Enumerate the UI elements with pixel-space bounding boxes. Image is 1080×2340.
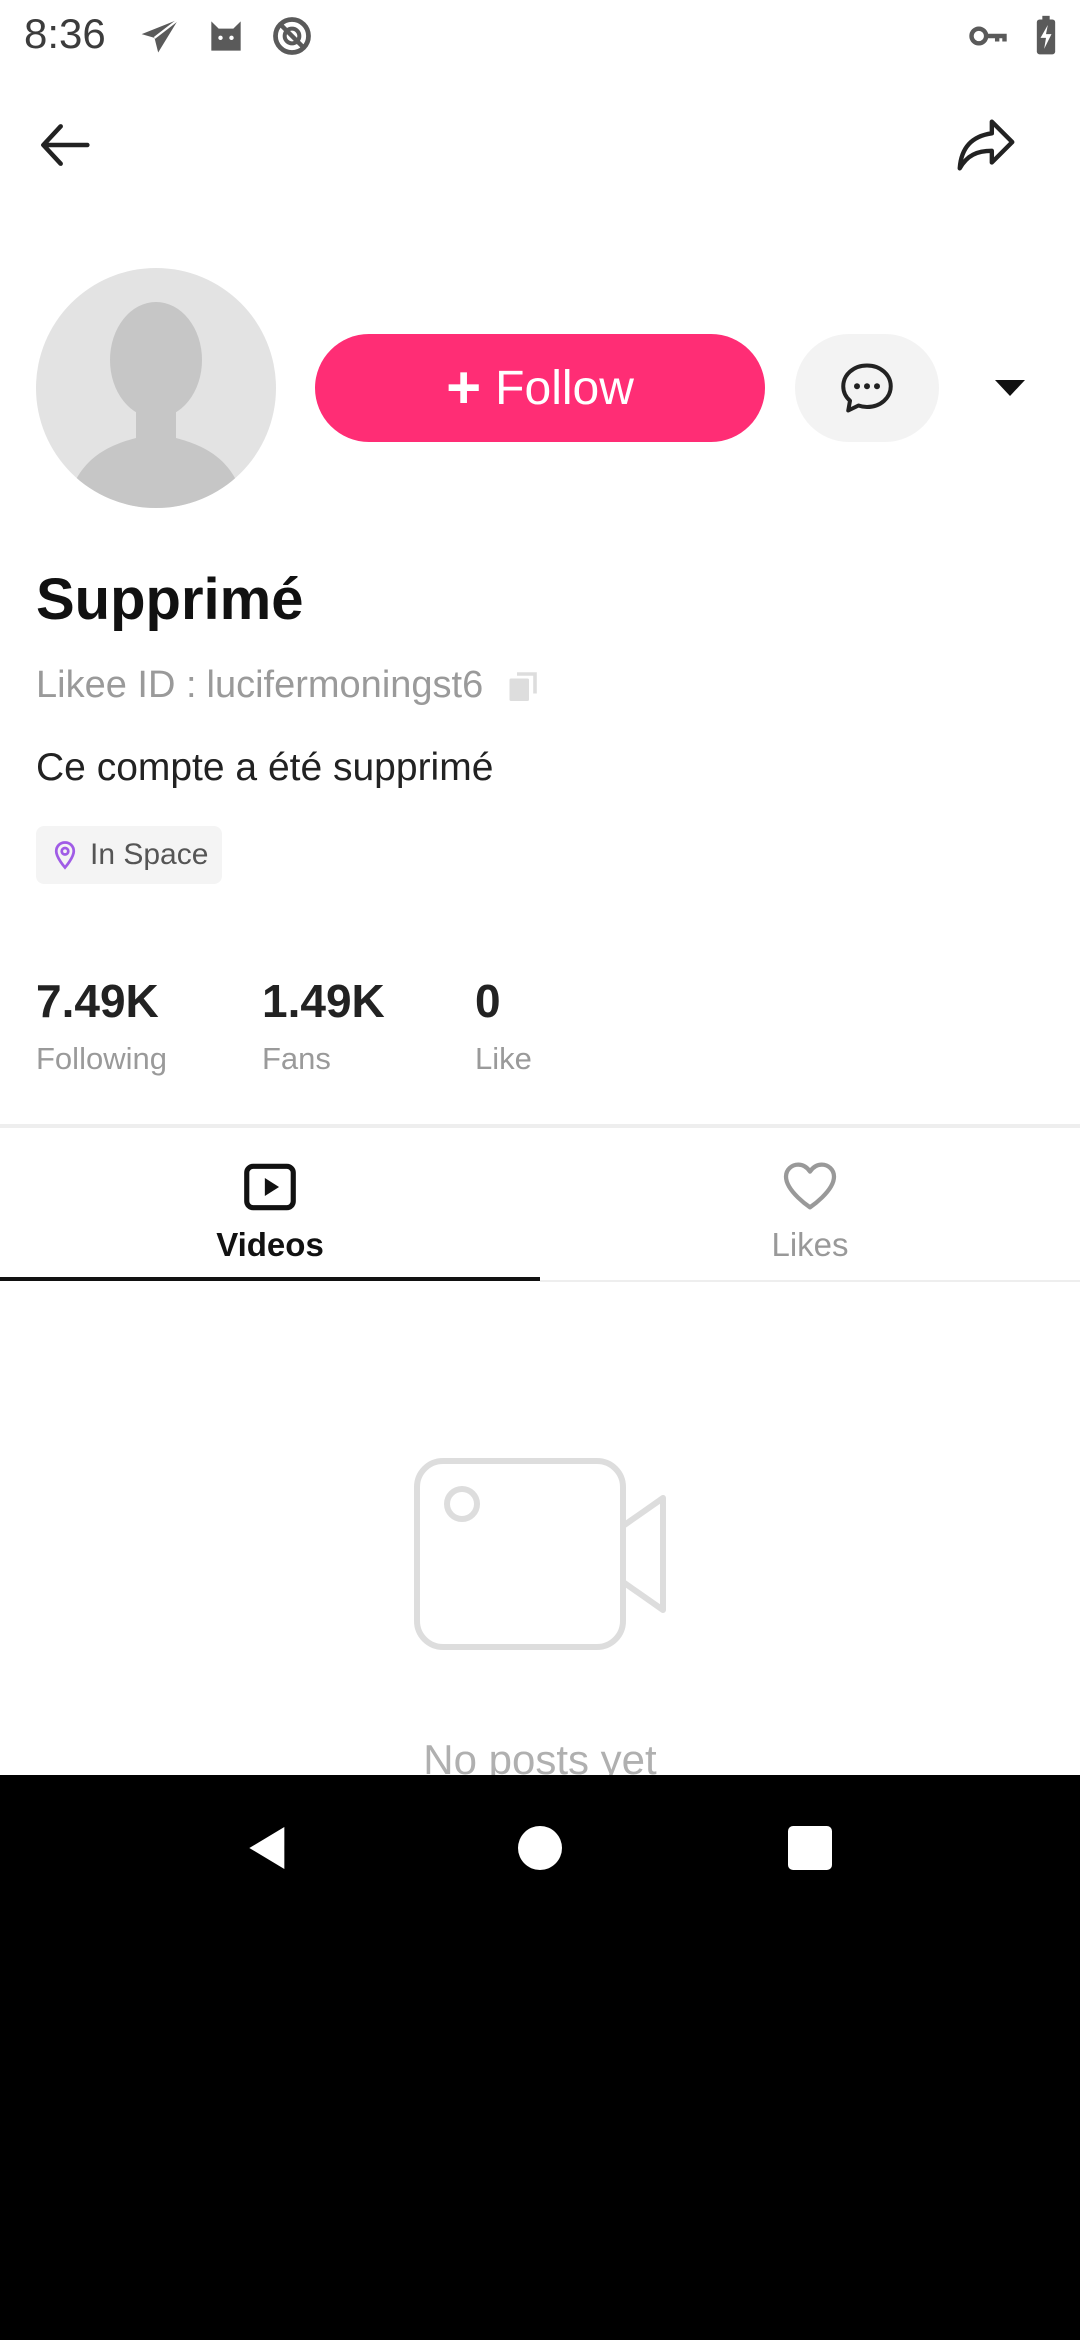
more-options-button[interactable]: [980, 360, 1040, 416]
tab-videos[interactable]: Videos: [0, 1128, 540, 1280]
stat-value: 0: [475, 975, 501, 1027]
no-sync-icon: [273, 17, 311, 55]
circle-home-icon: [518, 1826, 562, 1870]
stat-following[interactable]: 7.49K Following: [36, 976, 167, 1077]
nav-recents-button[interactable]: [765, 1803, 855, 1893]
avatar[interactable]: [36, 268, 276, 508]
profile-screen: 8:36 + Follow Supprimé Likee ID: lucife…: [0, 0, 1080, 1775]
empty-state-text: No posts yet: [423, 1736, 657, 1775]
tab-divider: [540, 1280, 1080, 1282]
tab-videos-label: Videos: [216, 1226, 324, 1263]
play-square-icon: [244, 1163, 296, 1211]
likee-id-value: lucifermoningst6: [206, 664, 484, 706]
display-name: Supprimé: [36, 567, 304, 632]
key-icon: [969, 26, 1007, 46]
nav-home-button[interactable]: [495, 1803, 585, 1893]
heart-icon: [783, 1162, 837, 1210]
share-button[interactable]: [946, 105, 1026, 185]
send-icon: [141, 18, 180, 53]
nav-back-button[interactable]: [223, 1803, 313, 1893]
share-icon: [957, 119, 1015, 171]
message-button[interactable]: [795, 334, 939, 442]
status-time: 8:36: [24, 10, 106, 57]
active-tab-indicator: [0, 1277, 540, 1281]
follow-label: Follow: [495, 361, 634, 415]
battery-charging-icon: [1036, 15, 1056, 55]
square-recents-icon: [788, 1826, 832, 1870]
stat-label: Like: [475, 1040, 532, 1076]
location-pin-icon: [54, 841, 76, 870]
stat-value: 1.49K: [262, 975, 385, 1027]
stat-value: 7.49K: [36, 975, 159, 1027]
copy-icon[interactable]: [505, 668, 541, 704]
stat-label: Fans: [262, 1040, 331, 1076]
system-nav-bar: [0, 1775, 1080, 1920]
likee-id-label: Likee ID :: [36, 664, 197, 706]
back-button[interactable]: [26, 105, 106, 185]
status-bar: 8:36: [0, 0, 1080, 72]
follow-button[interactable]: + Follow: [315, 334, 765, 442]
plus-icon: +: [446, 354, 482, 421]
tab-likes-label: Likes: [771, 1226, 849, 1263]
arrow-left-icon: [41, 124, 90, 166]
likee-id-row: Likee ID : lucifermoningst6: [36, 664, 541, 707]
stat-fans[interactable]: 1.49K Fans: [262, 976, 385, 1077]
cat-icon: [211, 21, 241, 51]
stat-label: Following: [36, 1040, 167, 1076]
bio-text: Ce compte a été supprimé: [36, 746, 494, 789]
triangle-back-icon: [249, 1827, 285, 1869]
location-text: In Space: [90, 838, 209, 871]
caret-down-icon: [995, 380, 1025, 396]
default-avatar-icon: [66, 302, 246, 508]
tab-likes[interactable]: Likes: [540, 1128, 1080, 1280]
chat-bubble-icon: [841, 363, 893, 413]
stat-likes[interactable]: 0 Like: [475, 976, 532, 1077]
video-camera-icon: [414, 1458, 666, 1650]
location-chip[interactable]: In Space: [36, 826, 223, 884]
